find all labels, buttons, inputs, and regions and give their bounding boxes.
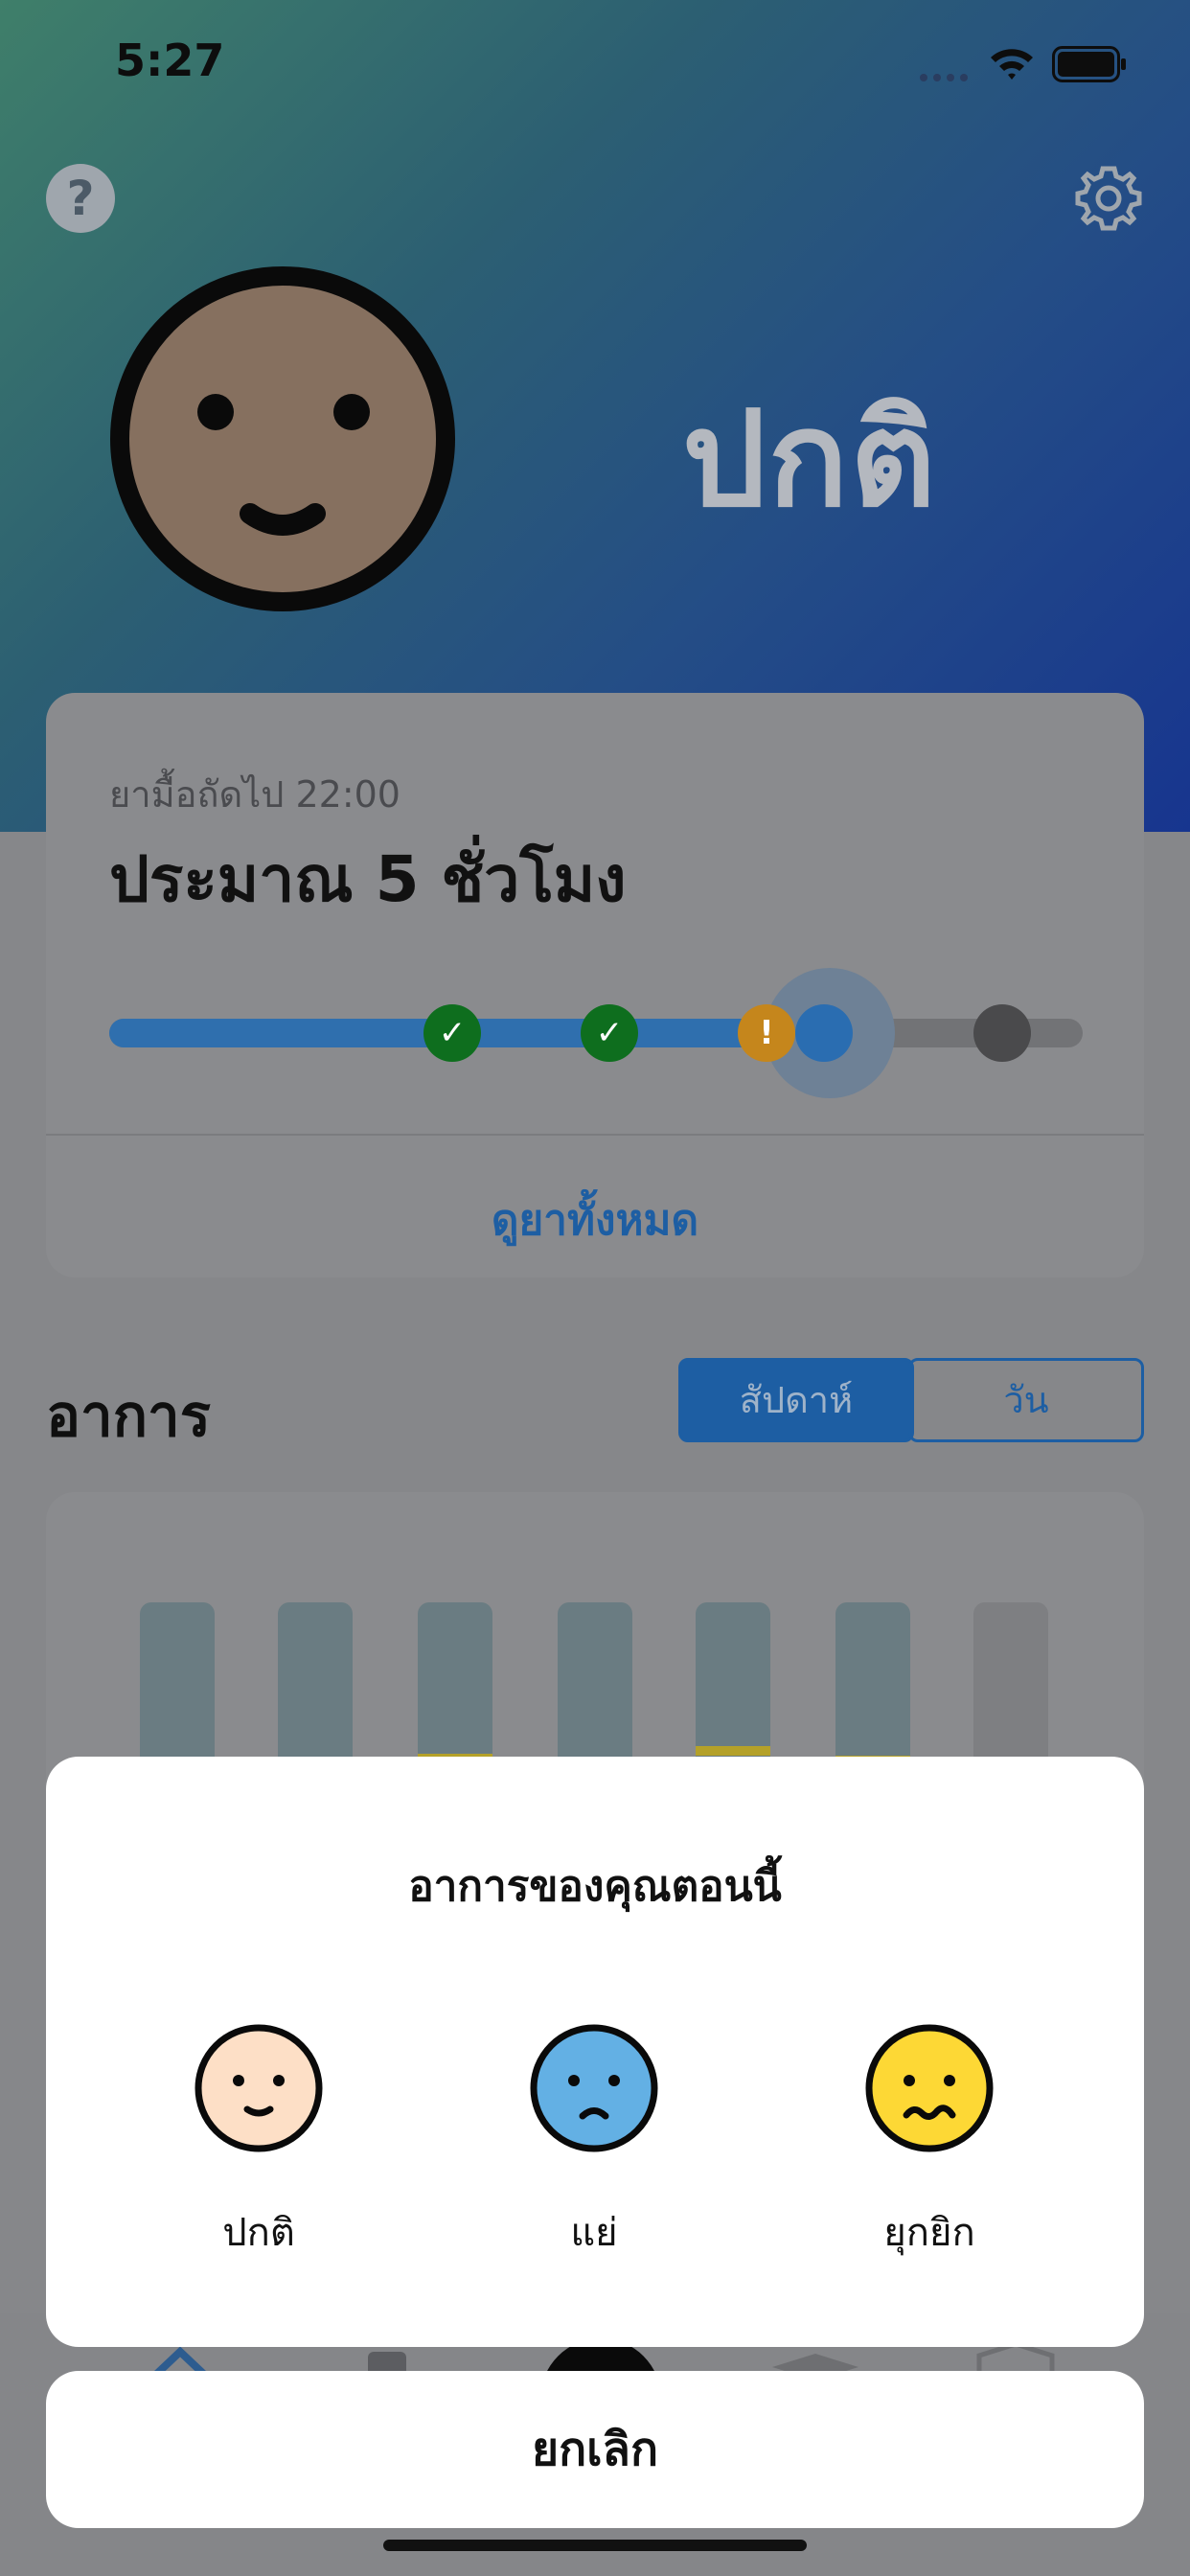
checkmark-icon: ✓ bbox=[595, 1014, 624, 1052]
home-indicator bbox=[383, 2540, 807, 2551]
medication-card: ยามื้อถัดไป 22:00 ประมาณ 5 ชั่วโมง ✓ ✓ !… bbox=[46, 693, 1144, 1277]
dose-taken-marker[interactable]: ✓ bbox=[581, 1004, 638, 1062]
option-normal[interactable]: ปกติ bbox=[144, 2023, 374, 2263]
option-label: ยุกยิก bbox=[883, 2211, 975, 2255]
option-label: แย่ bbox=[570, 2211, 618, 2255]
next-dose-label: ยามื้อถัดไป 22:00 bbox=[109, 773, 400, 816]
symptom-picker-sheet: อาการของคุณตอนนี้ ปกติ แย่ ยุกยิก bbox=[46, 1757, 1144, 2347]
chart-bar-segment bbox=[696, 1746, 770, 1756]
smile-face-icon bbox=[195, 2024, 323, 2152]
symptoms-title: อาการ bbox=[46, 1383, 211, 1450]
dose-upcoming-marker[interactable] bbox=[973, 1004, 1031, 1062]
sheet-title: อาการของคุณตอนนี้ bbox=[408, 1862, 782, 1911]
battery-icon bbox=[1052, 46, 1129, 86]
exclamation-icon: ! bbox=[759, 1014, 774, 1052]
time-remaining: ประมาณ 5 ชั่วโมง bbox=[109, 842, 627, 916]
view-all-medications-link[interactable]: ดูยาทั้งหมด bbox=[46, 1186, 1144, 1254]
sad-face-icon bbox=[530, 2024, 658, 2152]
segment-day[interactable]: วัน bbox=[908, 1358, 1144, 1442]
card-divider bbox=[46, 1134, 1144, 1136]
wifi-icon bbox=[987, 44, 1037, 86]
help-button[interactable]: ? bbox=[46, 164, 115, 233]
gear-icon bbox=[1075, 166, 1142, 231]
option-uneasy[interactable]: ยุกยิก bbox=[814, 2023, 1044, 2263]
dose-current-marker[interactable] bbox=[795, 1004, 853, 1062]
segment-week[interactable]: สัปดาห์ bbox=[678, 1358, 914, 1442]
question-mark-icon: ? bbox=[66, 171, 95, 226]
current-mood-face-icon bbox=[110, 266, 455, 611]
checkmark-icon: ✓ bbox=[438, 1014, 467, 1052]
status-time: 5:27 bbox=[115, 34, 225, 86]
cellular-signal-icon bbox=[918, 69, 975, 81]
settings-button[interactable] bbox=[1073, 163, 1144, 234]
option-label: ปกติ bbox=[222, 2211, 295, 2255]
dose-taken-marker[interactable]: ✓ bbox=[423, 1004, 481, 1062]
uneasy-face-icon bbox=[865, 2024, 994, 2152]
dose-warning-marker[interactable]: ! bbox=[738, 1004, 795, 1062]
cancel-button[interactable]: ยกเลิก bbox=[46, 2371, 1144, 2528]
option-bad[interactable]: แย่ bbox=[479, 2023, 709, 2263]
current-mood-label: ปกติ bbox=[682, 382, 938, 537]
